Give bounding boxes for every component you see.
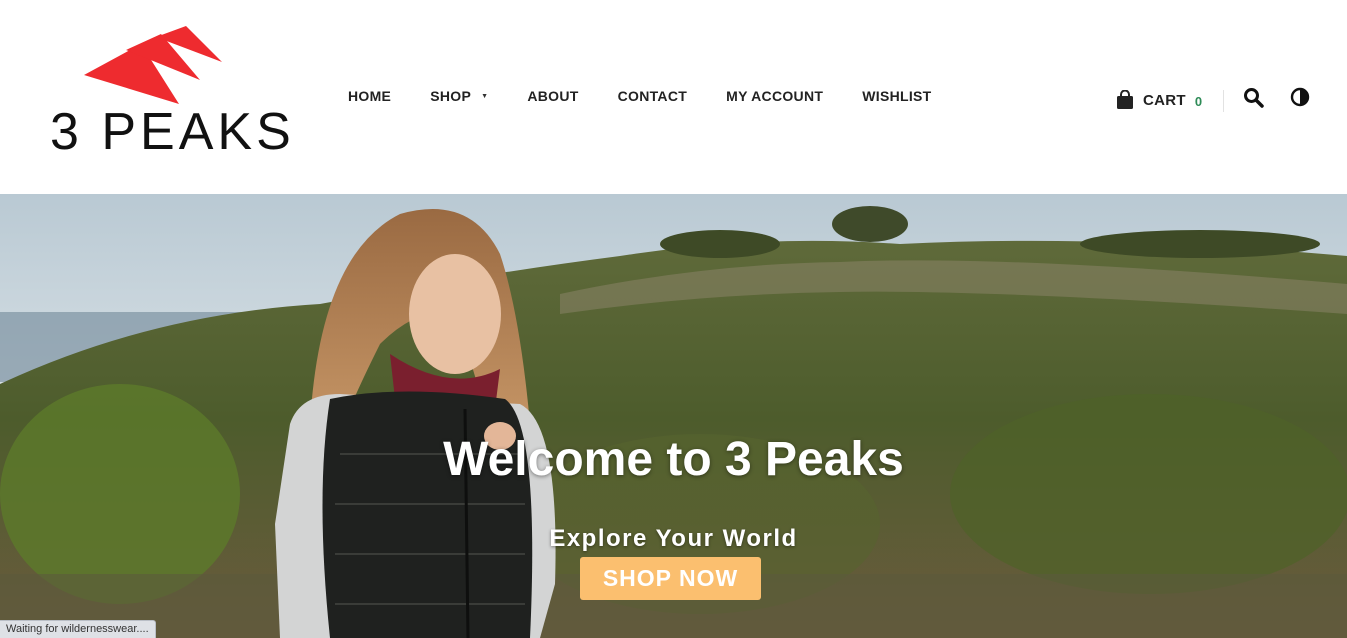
cart-count-badge: 0: [1194, 93, 1203, 109]
site-header: 3 PEAKS HOME SHOP ▼ ABOUT CONTACT MY ACCO…: [0, 0, 1347, 194]
nav-my-account[interactable]: MY ACCOUNT: [726, 88, 823, 104]
header-divider: [1223, 90, 1224, 112]
nav-wishlist-label: WISHLIST: [862, 88, 932, 104]
nav-about[interactable]: ABOUT: [527, 88, 578, 104]
shop-now-button[interactable]: SHOP NOW: [580, 557, 761, 600]
main-nav: HOME SHOP ▼ ABOUT CONTACT MY ACCOUNT WISH…: [348, 88, 971, 104]
search-button[interactable]: [1243, 87, 1265, 109]
nav-shop[interactable]: SHOP ▼: [430, 88, 488, 104]
hero-title: Welcome to 3 Peaks: [443, 433, 904, 486]
nav-contact[interactable]: CONTACT: [618, 88, 688, 104]
nav-wishlist[interactable]: WISHLIST: [862, 88, 931, 104]
browser-status-bar: Waiting for wildernesswear....: [0, 620, 156, 638]
cart-label: CART: [1143, 91, 1186, 109]
nav-shop-label: SHOP: [430, 88, 472, 104]
hero-subtitle: Explore Your World: [549, 525, 798, 552]
contrast-icon: [1290, 87, 1310, 107]
nav-home[interactable]: HOME: [348, 88, 391, 104]
shopping-bag-icon: [1117, 90, 1133, 109]
contrast-toggle[interactable]: [1290, 87, 1310, 107]
nav-home-label: HOME: [348, 88, 392, 104]
brand-name: 3 PEAKS: [50, 103, 295, 161]
nav-my-account-label: MY ACCOUNT: [726, 88, 824, 104]
brand-logo[interactable]: 3 PEAKS: [48, 22, 291, 162]
nav-contact-label: CONTACT: [617, 88, 688, 104]
cart-link[interactable]: CART 0: [1116, 90, 1202, 110]
peaks-logo-icon: [84, 26, 222, 104]
nav-about-label: ABOUT: [527, 88, 579, 104]
caret-down-icon: ▼: [481, 92, 489, 100]
hero-banner: Welcome to 3 Peaks Explore Your World SH…: [0, 194, 1347, 638]
search-icon: [1244, 88, 1264, 108]
